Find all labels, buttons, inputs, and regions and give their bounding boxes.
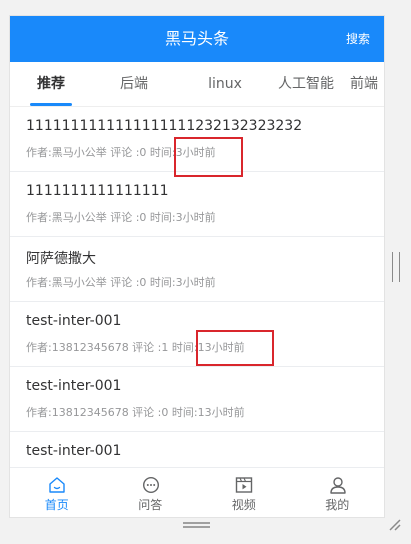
article-title: 阿萨德撒大	[26, 251, 96, 267]
tabbar-label: 首页	[44, 498, 69, 512]
article-title: 1111111111111111111232132323232	[26, 118, 303, 134]
bottom-tab-bar: 首页 问答 视频 我的	[10, 467, 385, 517]
article-meta: 作者:13812345678 评论 :0 时间:13小时前	[26, 406, 245, 419]
chat-icon	[142, 476, 159, 494]
nav-bar: 黑马头条 搜索	[10, 16, 384, 62]
annotation-highlight-box	[174, 137, 243, 177]
article-title: 1111111111111111	[26, 183, 169, 199]
tabbar-item-qa[interactable]: 问答	[104, 468, 198, 517]
active-tab-indicator	[30, 103, 72, 106]
user-icon	[329, 477, 346, 494]
article-meta: 作者:黑马小公举 评论 :0 时间:3小时前	[26, 211, 216, 224]
scrollbar-handle[interactable]	[392, 252, 400, 282]
list-item[interactable]: 阿萨德撒大 作者:黑马小公举 评论 :0 时间:3小时前	[10, 237, 384, 302]
home-icon	[49, 477, 65, 493]
tabbar-item-profile[interactable]: 我的	[291, 468, 385, 517]
article-meta: 作者:黑马小公举 评论 :0 时间:3小时前	[26, 276, 216, 289]
video-icon	[235, 477, 253, 493]
list-item[interactable]: test-inter-001	[10, 432, 384, 467]
article-title: test-inter-001	[26, 443, 122, 459]
list-item[interactable]: 1111111111111111 作者:黑马小公举 评论 :0 时间:3小时前	[10, 172, 384, 237]
tab-frontend[interactable]: 前端	[350, 62, 384, 106]
page-title: 黑马头条	[164, 29, 229, 48]
article-title: test-inter-001	[26, 378, 122, 394]
list-item[interactable]: test-inter-001 作者:13812345678 评论 :0 时间:1…	[10, 367, 384, 432]
tabbar-item-video[interactable]: 视频	[197, 468, 291, 517]
tabbar-label: 视频	[231, 498, 256, 512]
panel-drag-handle[interactable]	[183, 522, 210, 528]
search-button[interactable]: 搜索	[346, 16, 370, 62]
article-title: test-inter-001	[26, 313, 122, 329]
annotation-highlight-box	[196, 330, 274, 366]
tab-backend[interactable]: 后端	[96, 62, 172, 106]
tabbar-label: 问答	[138, 498, 163, 512]
resize-grip-icon[interactable]	[388, 518, 402, 532]
phone-frame: 黑马头条 搜索 推荐 后端 linux 人工智能 前端 111111111111…	[9, 15, 385, 518]
tabbar-item-home[interactable]: 首页	[10, 468, 104, 517]
tabbar-label: 我的	[325, 498, 350, 512]
channel-tabs: 推荐 后端 linux 人工智能 前端	[10, 62, 384, 107]
tab-linux[interactable]: linux	[187, 62, 263, 106]
tab-ai[interactable]: 人工智能	[268, 62, 344, 106]
tab-recommend[interactable]: 推荐	[13, 62, 89, 106]
